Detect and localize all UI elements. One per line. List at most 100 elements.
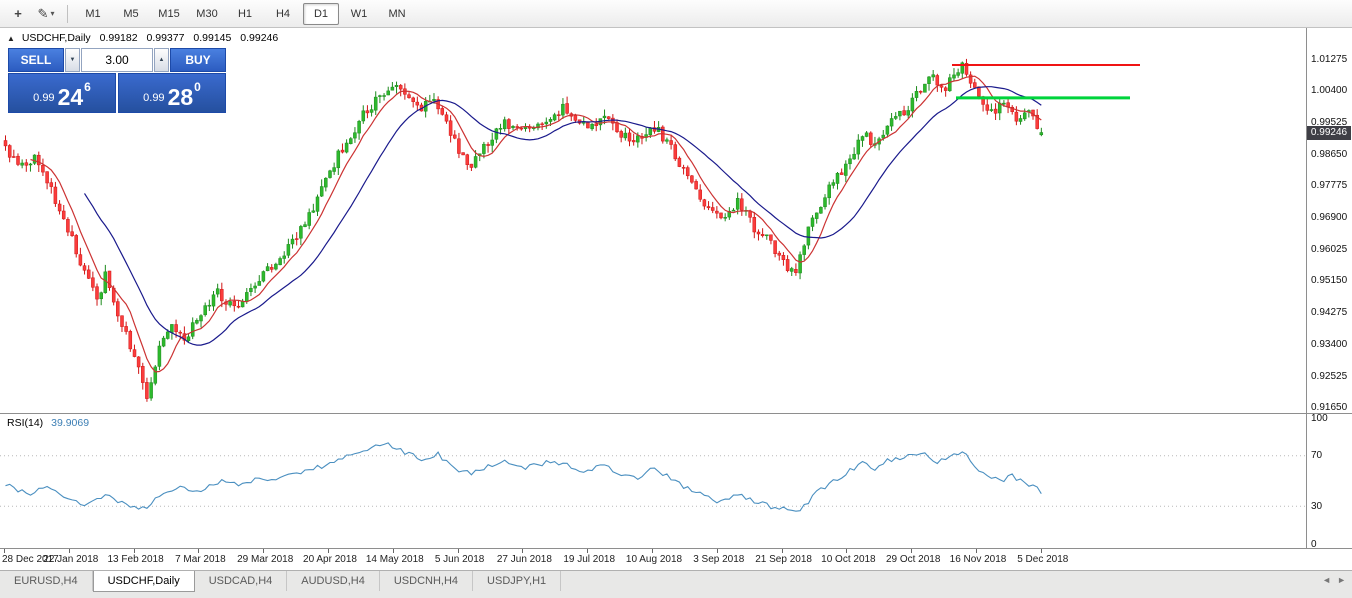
tab-scroll-left-icon[interactable]: ◄ [1322,575,1331,585]
chart-area: ▲ USDCHF,Daily 0.99182 0.99377 0.99145 0… [0,28,1352,548]
volume-input[interactable]: 3.00 [81,48,153,72]
date-axis-label: 27 Jun 2018 [493,554,555,565]
price-axis-label: 0.94275 [1311,307,1347,318]
date-axis-label: 3 Sep 2018 [688,554,750,565]
date-axis-label: 5 Dec 2018 [1012,554,1074,565]
date-axis-label: 10 Oct 2018 [817,554,879,565]
chart-tab-eurusd-h4[interactable]: EURUSD,H4 [0,571,93,591]
date-axis[interactable]: 28 Dec 201722 Jan 201813 Feb 20187 Mar 2… [0,548,1352,570]
date-axis-label: 16 Nov 2018 [947,554,1009,565]
price-axis-label: 0.95150 [1311,275,1347,286]
date-axis-label: 10 Aug 2018 [623,554,685,565]
timeframe-button-m15[interactable]: M15 [151,3,187,25]
timeframe-button-m1[interactable]: M1 [75,3,111,25]
timeframe-button-mn[interactable]: MN [379,3,415,25]
legend-close: 0.99246 [240,32,278,44]
tab-scroll-arrows: ◄ ► [1322,575,1346,585]
volume-decrease-button[interactable]: ▼ [65,48,80,72]
chart-tab-usdcnh-h4[interactable]: USDCNH,H4 [380,571,473,591]
chart-tab-usdcad-h4[interactable]: USDCAD,H4 [195,571,288,591]
toolbar-separator [67,5,68,23]
date-axis-label: 20 Apr 2018 [299,554,361,565]
date-axis-label: 29 Mar 2018 [234,554,296,565]
collapse-arrow-icon[interactable]: ▲ [7,34,15,43]
rsi-axis[interactable]: 10070300 [1307,414,1352,548]
sell-price-display[interactable]: 0.99 24 6 [8,73,116,113]
price-axis-label: 0.98650 [1311,149,1347,160]
legend-low: 0.99145 [193,32,231,44]
price-axis-label: 0.97775 [1311,180,1347,191]
ma-line-slow[interactable] [85,87,1042,345]
price-axis-label: 1.01275 [1311,54,1347,65]
sell-price-big: 24 [58,88,84,108]
date-axis-label: 7 Mar 2018 [169,554,231,565]
date-axis-tick [717,549,718,553]
price-axis-label: 0.96025 [1311,244,1347,255]
date-axis-tick [846,549,847,553]
sell-price-pip: 6 [84,80,91,94]
chart-tabs: EURUSD,H4USDCHF,DailyUSDCAD,H4AUDUSD,H4U… [0,571,561,592]
rsi-svg[interactable] [0,414,1306,548]
date-axis-tick [393,549,394,553]
chevron-up-icon: ▲ [159,57,165,63]
legend-symbol: USDCHF,Daily [22,32,91,44]
toolbar: + ✎ ▾ M1M5M15M30H1H4D1W1MN [0,0,1352,28]
date-axis-tick [263,549,264,553]
date-axis-label: 14 May 2018 [364,554,426,565]
legend-open: 0.99182 [100,32,138,44]
date-axis-tick [4,549,5,553]
buy-button[interactable]: BUY [170,48,226,72]
timeframe-button-w1[interactable]: W1 [341,3,377,25]
chart-legend: ▲ USDCHF,Daily 0.99182 0.99377 0.99145 0… [7,32,278,44]
sell-price-prefix: 0.99 [33,92,54,104]
date-axis-label: 22 Jan 2018 [40,554,102,565]
pencil-icon: ✎ [38,6,49,22]
date-axis-tick [782,549,783,553]
timeframe-button-h1[interactable]: H1 [227,3,263,25]
mt4-window: { "toolbar": { "timeframes": ["M1","M5",… [0,0,1352,598]
timeframe-button-m5[interactable]: M5 [113,3,149,25]
date-axis-tick [911,549,912,553]
sell-button[interactable]: SELL [8,48,64,72]
price-axis[interactable]: 0.99246 1.012751.004000.995250.986500.97… [1307,28,1352,413]
drawing-tool-button[interactable]: ✎ ▾ [33,2,59,26]
buy-price-pip: 0 [194,80,201,94]
chevron-down-icon: ▾ [50,9,54,18]
date-axis-tick [652,549,653,553]
chart-tab-bar: EURUSD,H4USDCHF,DailyUSDCAD,H4AUDUSD,H4U… [0,570,1352,598]
date-axis-tick [69,549,70,553]
timeframe-button-m30[interactable]: M30 [189,3,225,25]
buy-price-prefix: 0.99 [143,92,164,104]
buy-price-display[interactable]: 0.99 28 0 [118,73,226,113]
price-axis-label: 0.93400 [1311,339,1347,350]
current-price-badge: 0.99246 [1307,126,1351,140]
rsi-axis-label: 70 [1311,450,1322,461]
date-axis-tick [198,549,199,553]
tab-scroll-right-icon[interactable]: ► [1337,575,1346,585]
date-axis-tick [587,549,588,553]
date-axis-label: 29 Oct 2018 [882,554,944,565]
pane-separator[interactable] [0,413,1352,414]
chart-tab-usdchf-daily[interactable]: USDCHF,Daily [93,571,195,592]
timeframe-button-d1[interactable]: D1 [303,3,339,25]
date-axis-tick [1041,549,1042,553]
volume-increase-button[interactable]: ▲ [154,48,169,72]
date-axis-tick [134,549,135,553]
date-axis-tick [976,549,977,553]
ma-line-fast[interactable] [31,76,1042,372]
chart-tab-usdjpy-h1[interactable]: USDJPY,H1 [473,571,561,591]
buy-price-big: 28 [168,88,194,108]
date-axis-label: 13 Feb 2018 [105,554,167,565]
date-axis-tick [458,549,459,553]
date-axis-tick [522,549,523,553]
price-axis-label: 1.00400 [1311,85,1347,96]
legend-high: 0.99377 [147,32,185,44]
chart-tab-audusd-h4[interactable]: AUDUSD,H4 [287,571,380,591]
date-axis-tick [328,549,329,553]
rsi-value: 39.9069 [51,417,89,429]
chevron-down-icon: ▼ [70,57,76,63]
timeframe-button-h4[interactable]: H4 [265,3,301,25]
rsi-indicator-label: RSI(14) 39.9069 [7,417,89,429]
date-axis-label: 21 Sep 2018 [753,554,815,565]
crosshair-tool-button[interactable]: + [5,2,31,26]
